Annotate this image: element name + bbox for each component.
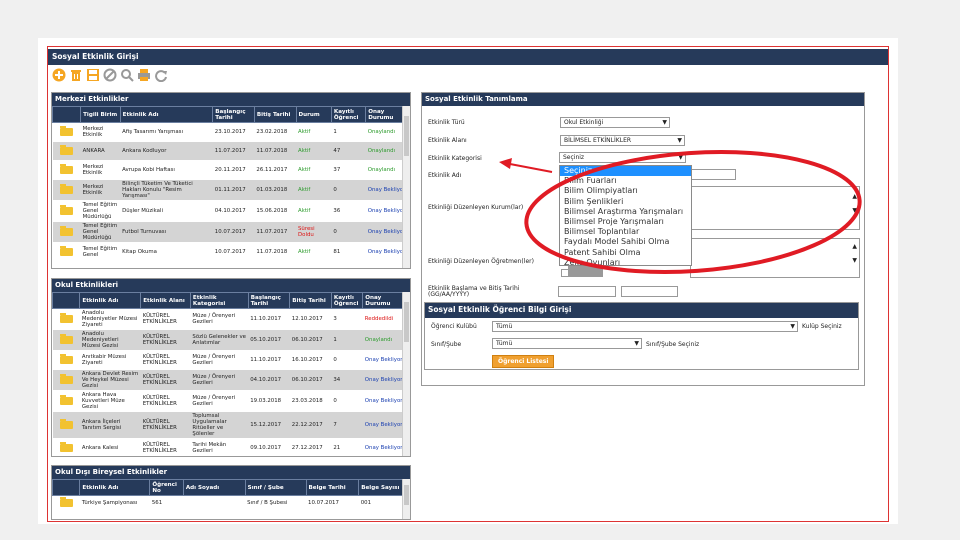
annotation-arrow (509, 163, 553, 173)
arrow-head-icon (499, 158, 512, 169)
highlight-circle (524, 150, 862, 274)
annotation-overlay (499, 150, 862, 274)
